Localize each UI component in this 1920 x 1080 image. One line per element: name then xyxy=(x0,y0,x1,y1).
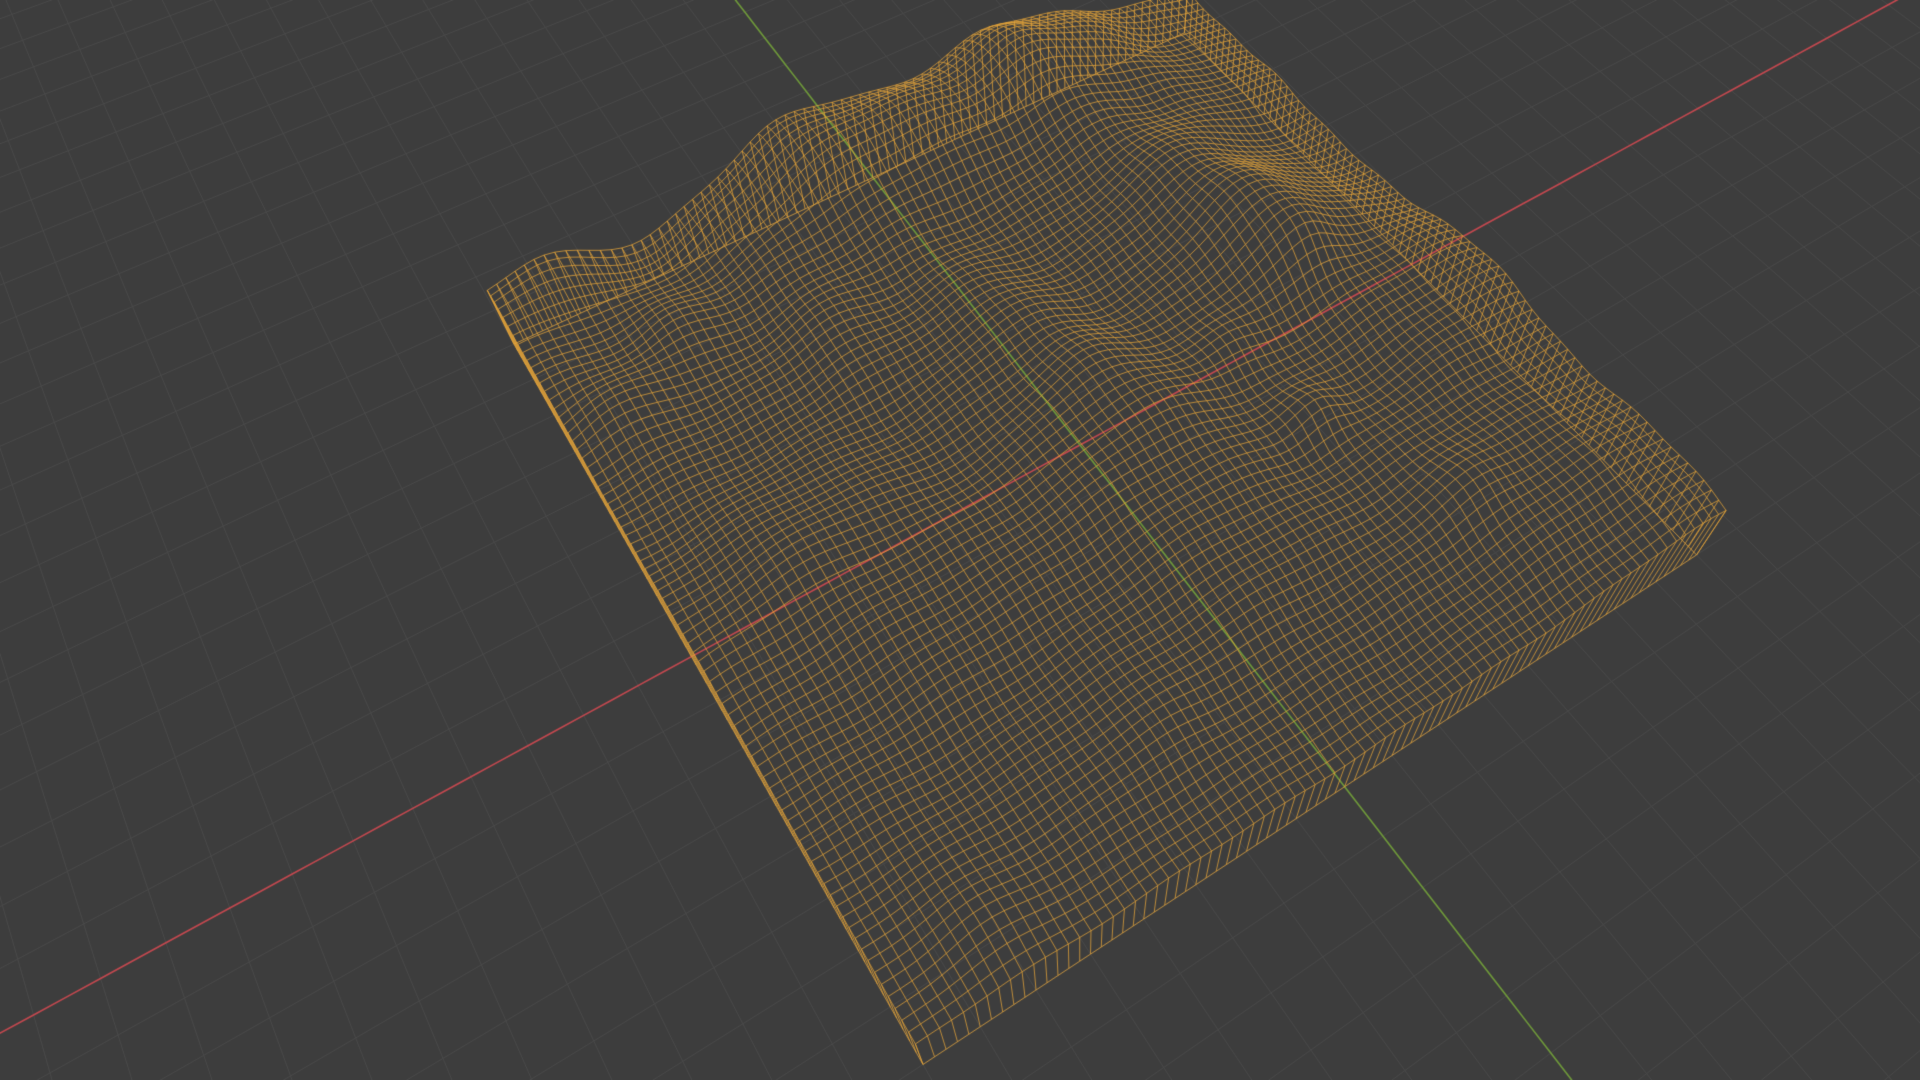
viewport-canvas[interactable] xyxy=(0,0,1920,1080)
3d-viewport[interactable] xyxy=(0,0,1920,1080)
